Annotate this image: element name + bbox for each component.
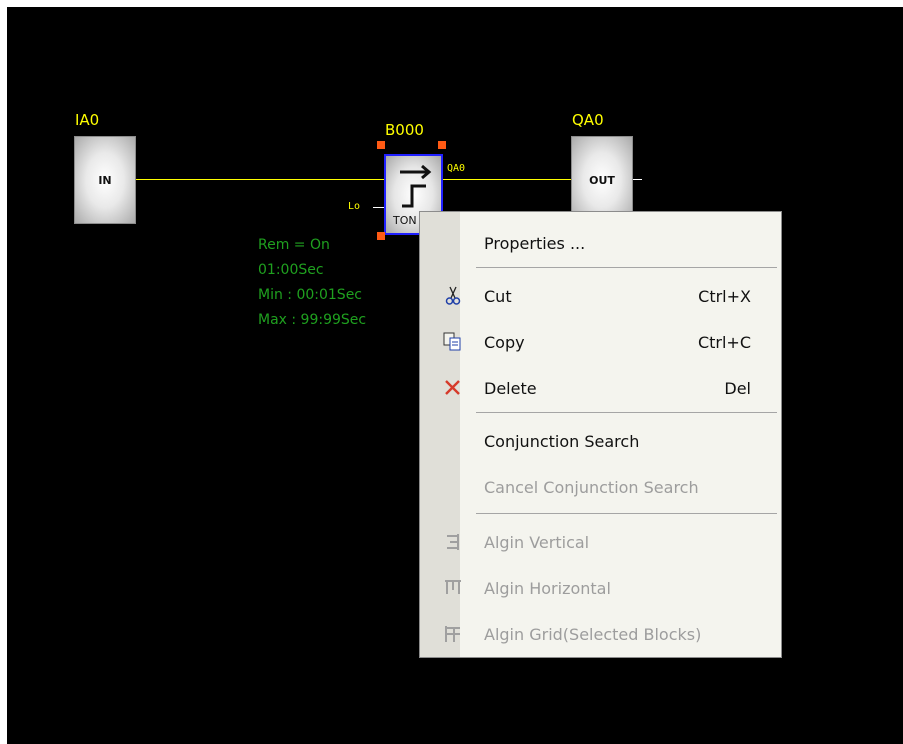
align-vertical-icon (447, 534, 459, 550)
block-label-ia0: IA0 (75, 111, 100, 129)
input-block-text: IN (98, 173, 112, 187)
block-label-b000: B000 (385, 121, 424, 139)
align-grid-icon (445, 626, 460, 642)
menu-item-label: Algin Grid(Selected Blocks) (484, 625, 702, 644)
menu-item-label: Cut (484, 287, 512, 306)
menu-separator (476, 412, 777, 413)
menu-item-copy[interactable]: Copy Ctrl+C (420, 323, 781, 359)
block-label-qa0: QA0 (572, 111, 604, 129)
selection-handle-bottom-left[interactable] (377, 232, 385, 240)
menu-item-cancel-conjunction-search[interactable]: Cancel Conjunction Search (420, 468, 781, 504)
menu-item-align-vertical[interactable]: Algin Vertical (420, 523, 781, 559)
menu-separator (476, 267, 777, 268)
menu-item-align-horizontal[interactable]: Algin Horizontal (420, 569, 781, 605)
menu-item-cut[interactable]: Cut Ctrl+X (420, 277, 781, 313)
wire-qa0-out (632, 179, 642, 180)
menu-separator (476, 513, 777, 514)
param-min: Min : 00:01Sec (258, 287, 363, 303)
pin-label-lo: Lo (348, 201, 361, 212)
delete-x-icon (445, 380, 460, 395)
menu-item-conjunction-search[interactable]: Conjunction Search (420, 422, 781, 458)
menu-item-label: Delete (484, 379, 537, 398)
menu-item-align-grid[interactable]: Algin Grid(Selected Blocks) (420, 615, 781, 651)
wire-b000-to-qa0 (443, 179, 572, 180)
menu-item-delete[interactable]: Delete Del (420, 369, 781, 405)
menu-item-label: Algin Vertical (484, 533, 590, 552)
timer-on-delay-icon (400, 164, 432, 208)
scissors-icon (445, 286, 461, 305)
context-menu: Properties ... Cut Ctrl+X Copy Ctrl+C De… (419, 211, 782, 658)
copy-icon (443, 332, 461, 351)
menu-item-shortcut: Ctrl+C (697, 333, 751, 352)
menu-item-label: Copy (484, 333, 525, 352)
output-block-text: OUT (589, 173, 615, 187)
menu-item-label: Conjunction Search (484, 432, 640, 451)
wire-lo-in (373, 207, 384, 208)
selection-handle-top-right[interactable] (438, 141, 446, 149)
menu-item-shortcut: Del (724, 379, 751, 398)
timer-block-text: TON (393, 214, 417, 227)
pin-label-qa0: QA0 (447, 163, 466, 174)
menu-item-shortcut: Ctrl+X (698, 287, 751, 306)
menu-item-label: Properties ... (484, 234, 586, 253)
wire-ia0-to-b000 (134, 179, 384, 180)
selection-handle-top-left[interactable] (377, 141, 385, 149)
input-block-ia0[interactable]: IN (74, 136, 136, 224)
param-remanence: Rem = On (258, 237, 330, 253)
menu-item-label: Cancel Conjunction Search (484, 478, 699, 497)
menu-item-properties[interactable]: Properties ... (420, 224, 781, 260)
param-time: 01:00Sec (258, 262, 324, 278)
align-horizontal-icon (445, 580, 461, 594)
menu-item-label: Algin Horizontal (484, 579, 611, 598)
param-max: Max : 99:99Sec (258, 312, 367, 328)
